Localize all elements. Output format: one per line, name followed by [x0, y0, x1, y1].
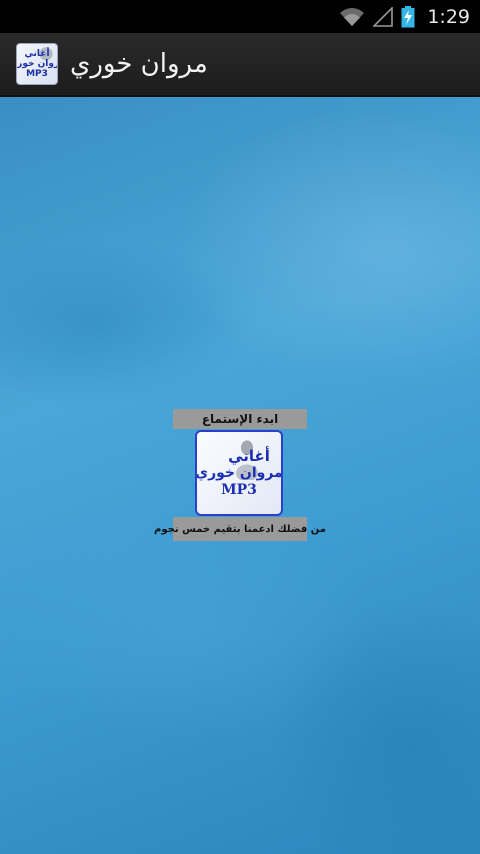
album-art-line-1: أغاني [228, 446, 270, 465]
status-bar: 1:29 [0, 0, 480, 33]
app-icon-line-2: مروان خوري [17, 59, 57, 69]
app-icon-line-3: MP3 [26, 69, 48, 79]
app-icon-line-1: أغاني [24, 49, 50, 59]
wifi-icon [340, 7, 365, 26]
signal-icon [373, 6, 394, 27]
app-title: مروان خوري [70, 49, 208, 79]
album-art-line-2: مروان خوري [195, 464, 283, 481]
start-listening-button[interactable]: ابدء الإستماع [173, 409, 307, 429]
battery-charging-icon [401, 5, 415, 27]
clock: 1:29 [427, 5, 470, 28]
album-art-line-3: MP3 [221, 481, 257, 498]
app-icon[interactable]: أغاني مروان خوري MP3 [16, 43, 58, 85]
album-art-button[interactable]: أغاني مروان خوري MP3 [195, 430, 283, 516]
rate-app-button[interactable]: من فضلك ادعمنا بتقيم خمس نجوم [154, 517, 326, 541]
action-bar: أغاني مروان خوري MP3 مروان خوري [0, 33, 480, 97]
